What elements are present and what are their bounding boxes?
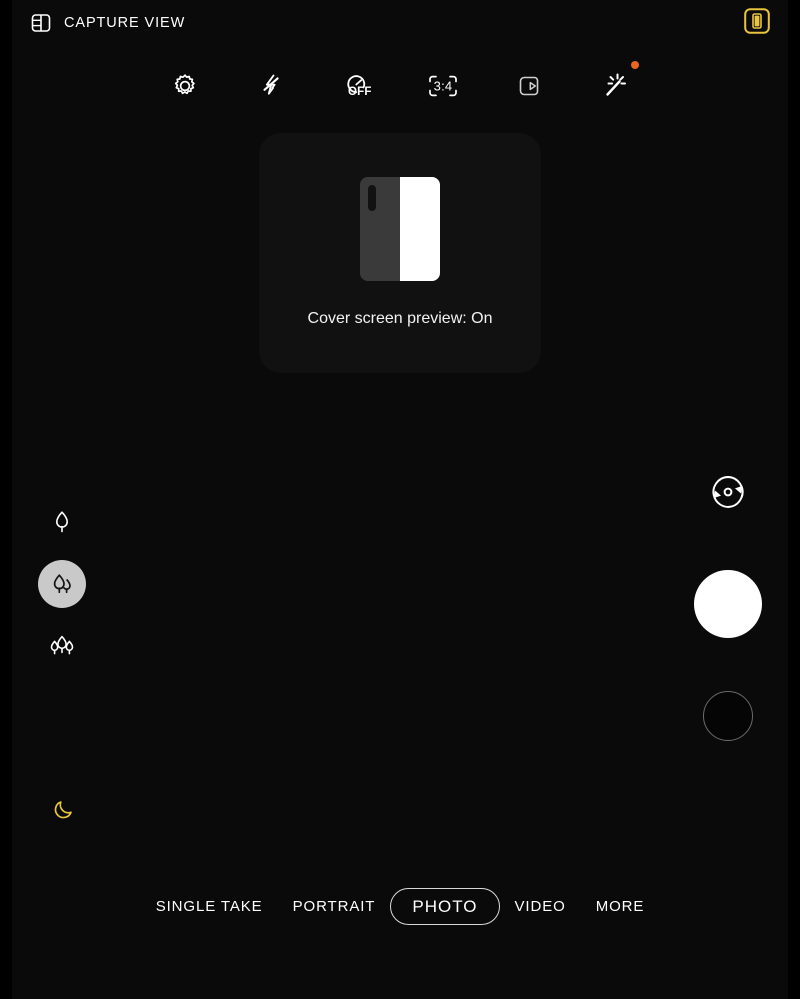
foldable-phone-icon xyxy=(360,177,440,281)
camera-app-screen: CAPTURE VIEW OFF 3:4 Cover screen previe… xyxy=(0,0,800,999)
cover-screen-badge-icon[interactable] xyxy=(742,6,772,36)
foldable-phone-camera-pill xyxy=(368,185,376,211)
mode-photo[interactable]: PHOTO xyxy=(390,887,500,925)
settings-button[interactable] xyxy=(162,63,208,109)
capture-view-label: CAPTURE VIEW xyxy=(64,14,186,31)
aspect-ratio-value-label: 3:4 xyxy=(433,78,453,94)
zoom-wide-button[interactable] xyxy=(38,560,86,608)
mode-more[interactable]: MORE xyxy=(581,899,660,914)
top-status-bar: CAPTURE VIEW xyxy=(12,0,788,46)
lens-zoom-rail xyxy=(38,498,86,684)
mode-video[interactable]: VIDEO xyxy=(500,899,581,914)
shutter-button[interactable] xyxy=(694,570,762,638)
capture-view-button[interactable]: CAPTURE VIEW xyxy=(28,8,185,38)
camera-mode-selector: SINGLE TAKE PORTRAIT PHOTO VIDEO MORE xyxy=(12,884,788,928)
aspect-ratio-button[interactable]: 3:4 xyxy=(420,63,466,109)
switch-camera-button[interactable] xyxy=(699,463,757,521)
foldable-phone-left-panel xyxy=(360,177,400,281)
filters-button[interactable] xyxy=(592,61,639,109)
zoom-telephoto-button[interactable] xyxy=(38,498,86,546)
capture-view-split-icon xyxy=(28,10,54,36)
timer-value-label: OFF xyxy=(348,86,372,98)
motion-photo-button[interactable] xyxy=(506,63,552,109)
gallery-thumbnail-button[interactable] xyxy=(703,691,753,741)
cover-screen-preview-label: Cover screen preview: On xyxy=(307,310,493,327)
mode-portrait[interactable]: PORTRAIT xyxy=(278,899,391,914)
camera-toolbar: OFF 3:4 xyxy=(12,61,788,110)
cover-screen-preview-popup[interactable]: Cover screen preview: On xyxy=(259,133,541,373)
zoom-ultrawide-button[interactable] xyxy=(38,622,86,670)
flash-off-button[interactable] xyxy=(248,63,294,109)
mode-single-take[interactable]: SINGLE TAKE xyxy=(141,899,278,914)
crescent-moon-icon xyxy=(46,791,82,827)
timer-button[interactable]: OFF xyxy=(334,63,380,109)
foldable-phone-right-panel xyxy=(400,177,440,281)
filters-new-badge xyxy=(631,61,639,69)
